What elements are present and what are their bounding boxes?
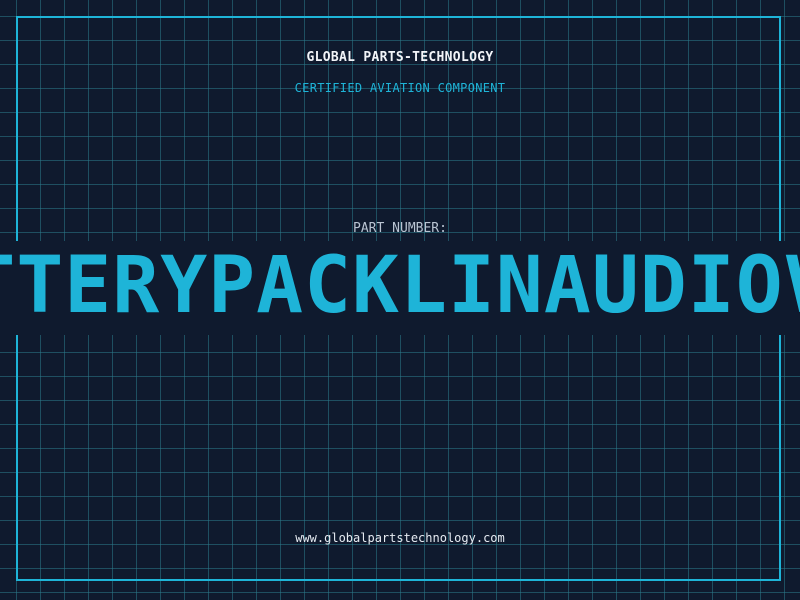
certificate-page: GLOBAL PARTS-TECHNOLOGY CERTIFIED AVIATI… bbox=[0, 0, 800, 600]
part-number-value: BATTERYPACKLINAUDIOVIS bbox=[0, 241, 800, 332]
part-number-band: BATTERYPACKLINAUDIOVIS bbox=[0, 241, 800, 335]
company-name: GLOBAL PARTS-TECHNOLOGY bbox=[306, 50, 494, 65]
certificate-subtitle: CERTIFIED AVIATION COMPONENT bbox=[294, 81, 506, 95]
website-url[interactable]: www.globalpartstechnology.com bbox=[0, 531, 800, 545]
part-number-label: PART NUMBER: bbox=[353, 221, 447, 236]
